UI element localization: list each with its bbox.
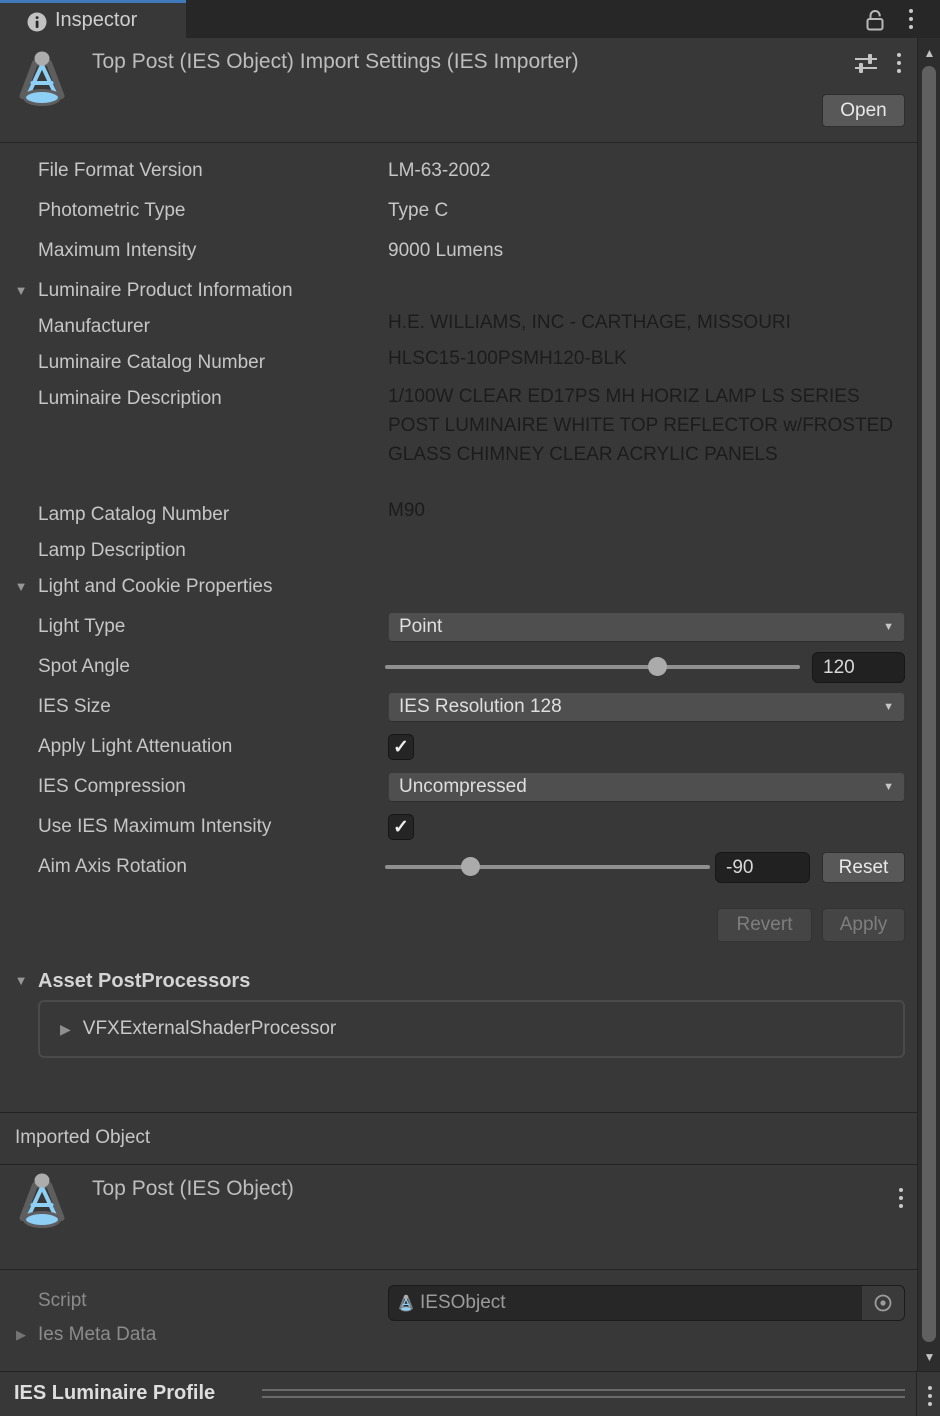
- light-type-dropdown[interactable]: Point ▼: [388, 612, 905, 642]
- luminaire-info-foldout[interactable]: Luminaire Product Information: [38, 278, 293, 304]
- catalog-number-label: Luminaire Catalog Number: [38, 350, 265, 376]
- script-label: Script: [38, 1288, 87, 1314]
- ies-compression-dropdown[interactable]: Uncompressed ▼: [388, 772, 905, 802]
- file-format-value: LM-63-2002: [388, 158, 490, 184]
- ies-size-dropdown[interactable]: IES Resolution 128 ▼: [388, 692, 905, 722]
- chevron-down-icon: ▼: [883, 781, 894, 793]
- spot-angle-slider-track[interactable]: [385, 665, 800, 669]
- foldout-open-icon[interactable]: ▼: [11, 278, 31, 304]
- check-icon: ✓: [393, 818, 409, 837]
- apply-attenuation-label: Apply Light Attenuation: [38, 734, 232, 760]
- ies-compression-label: IES Compression: [38, 774, 186, 800]
- tab-inspector-label: Inspector: [55, 9, 137, 32]
- spot-angle-slider-handle[interactable]: [648, 657, 667, 676]
- script-object-field[interactable]: IESObject: [388, 1285, 905, 1321]
- lamp-catalog-value: M90: [388, 498, 425, 524]
- info-icon: [26, 11, 48, 33]
- chevron-down-icon: ▼: [883, 701, 894, 713]
- apply-attenuation-checkbox[interactable]: ✓: [388, 734, 414, 760]
- lamp-description-label: Lamp Description: [38, 538, 186, 564]
- drag-handle[interactable]: [262, 1396, 905, 1398]
- divider: [916, 1372, 917, 1416]
- inspector-window: Inspector Top Post (IES Object) Import S…: [0, 0, 940, 1416]
- tab-inspector[interactable]: Inspector: [0, 0, 186, 38]
- object-picker-button[interactable]: [862, 1286, 904, 1320]
- chevron-down-icon: ▼: [883, 621, 894, 633]
- aim-axis-input[interactable]: -90: [715, 852, 810, 883]
- ies-compression-dropdown-value: Uncompressed: [399, 776, 527, 798]
- postprocessor-box: ▶ VFXExternalShaderProcessor: [38, 1000, 905, 1058]
- file-format-label: File Format Version: [38, 158, 203, 184]
- manufacturer-value: H.E. WILLIAMS, INC - CARTHAGE, MISSOURI: [388, 310, 791, 336]
- foldout-closed-icon[interactable]: ▶: [11, 1322, 31, 1348]
- spot-angle-input[interactable]: 120: [812, 652, 905, 683]
- scroll-up-icon[interactable]: ▲: [918, 46, 940, 60]
- apply-button[interactable]: Apply: [822, 908, 905, 942]
- check-icon: ✓: [393, 738, 409, 757]
- aim-axis-slider-track[interactable]: [385, 865, 710, 869]
- aim-axis-slider-handle[interactable]: [461, 857, 480, 876]
- tab-bar: Inspector: [0, 0, 940, 38]
- luminaire-description-value: 1/100W CLEAR ED17PS MH HORIZ LAMP LS SER…: [388, 382, 908, 469]
- scrollbar-thumb[interactable]: [922, 66, 936, 1342]
- max-intensity-value: 9000 Lumens: [388, 238, 503, 264]
- ies-light-icon: [16, 1172, 68, 1232]
- imported-object-header: Imported Object: [15, 1125, 150, 1151]
- max-intensity-label: Maximum Intensity: [38, 238, 196, 264]
- imported-object-menu-icon[interactable]: [893, 1186, 909, 1210]
- presets-icon[interactable]: [852, 51, 880, 77]
- photometric-type-value: Type C: [388, 198, 448, 224]
- revert-button[interactable]: Revert: [717, 908, 812, 942]
- importer-menu-icon[interactable]: [891, 51, 907, 75]
- use-max-intensity-label: Use IES Maximum Intensity: [38, 814, 271, 840]
- object-picker-icon: [873, 1293, 893, 1313]
- imported-object-title: Top Post (IES Object): [92, 1177, 294, 1201]
- drag-handle[interactable]: [262, 1389, 905, 1391]
- ies-meta-data-foldout[interactable]: Ies Meta Data: [38, 1322, 156, 1348]
- divider: [0, 1164, 917, 1165]
- script-object-value: IESObject: [420, 1292, 506, 1314]
- open-button[interactable]: Open: [822, 94, 905, 127]
- asset-postprocessors-foldout[interactable]: Asset PostProcessors: [38, 968, 250, 994]
- window-menu-icon[interactable]: [903, 7, 919, 31]
- ies-light-icon: [398, 1294, 414, 1313]
- ies-size-dropdown-value: IES Resolution 128: [399, 696, 562, 718]
- ies-size-label: IES Size: [38, 694, 111, 720]
- aim-axis-label: Aim Axis Rotation: [38, 854, 187, 880]
- divider: [0, 1112, 917, 1113]
- use-max-intensity-checkbox[interactable]: ✓: [388, 814, 414, 840]
- importer-title: Top Post (IES Object) Import Settings (I…: [92, 50, 579, 74]
- postprocessor-item[interactable]: VFXExternalShaderProcessor: [83, 1018, 336, 1040]
- light-type-dropdown-value: Point: [399, 616, 442, 638]
- light-cookie-foldout[interactable]: Light and Cookie Properties: [38, 574, 272, 600]
- foldout-open-icon[interactable]: ▼: [11, 968, 31, 994]
- foldout-open-icon[interactable]: ▼: [11, 574, 31, 600]
- header-divider: [0, 142, 917, 143]
- footer-menu-icon[interactable]: [922, 1382, 938, 1410]
- lock-icon[interactable]: [862, 7, 888, 33]
- catalog-number-value: HLSC15-100PSMH120-BLK: [388, 346, 627, 372]
- manufacturer-label: Manufacturer: [38, 314, 150, 340]
- vertical-scrollbar[interactable]: ▲ ▼: [917, 38, 940, 1371]
- scroll-down-icon[interactable]: ▼: [918, 1350, 940, 1364]
- spot-angle-label: Spot Angle: [38, 654, 130, 680]
- ies-light-icon: [16, 50, 68, 110]
- foldout-closed-icon[interactable]: ▶: [60, 1021, 71, 1038]
- light-type-label: Light Type: [38, 614, 125, 640]
- lamp-catalog-label: Lamp Catalog Number: [38, 502, 229, 528]
- photometric-type-label: Photometric Type: [38, 198, 186, 224]
- reset-button[interactable]: Reset: [822, 852, 905, 883]
- footer-title: IES Luminaire Profile: [14, 1382, 215, 1405]
- divider: [0, 1269, 917, 1270]
- luminaire-description-label: Luminaire Description: [38, 386, 222, 412]
